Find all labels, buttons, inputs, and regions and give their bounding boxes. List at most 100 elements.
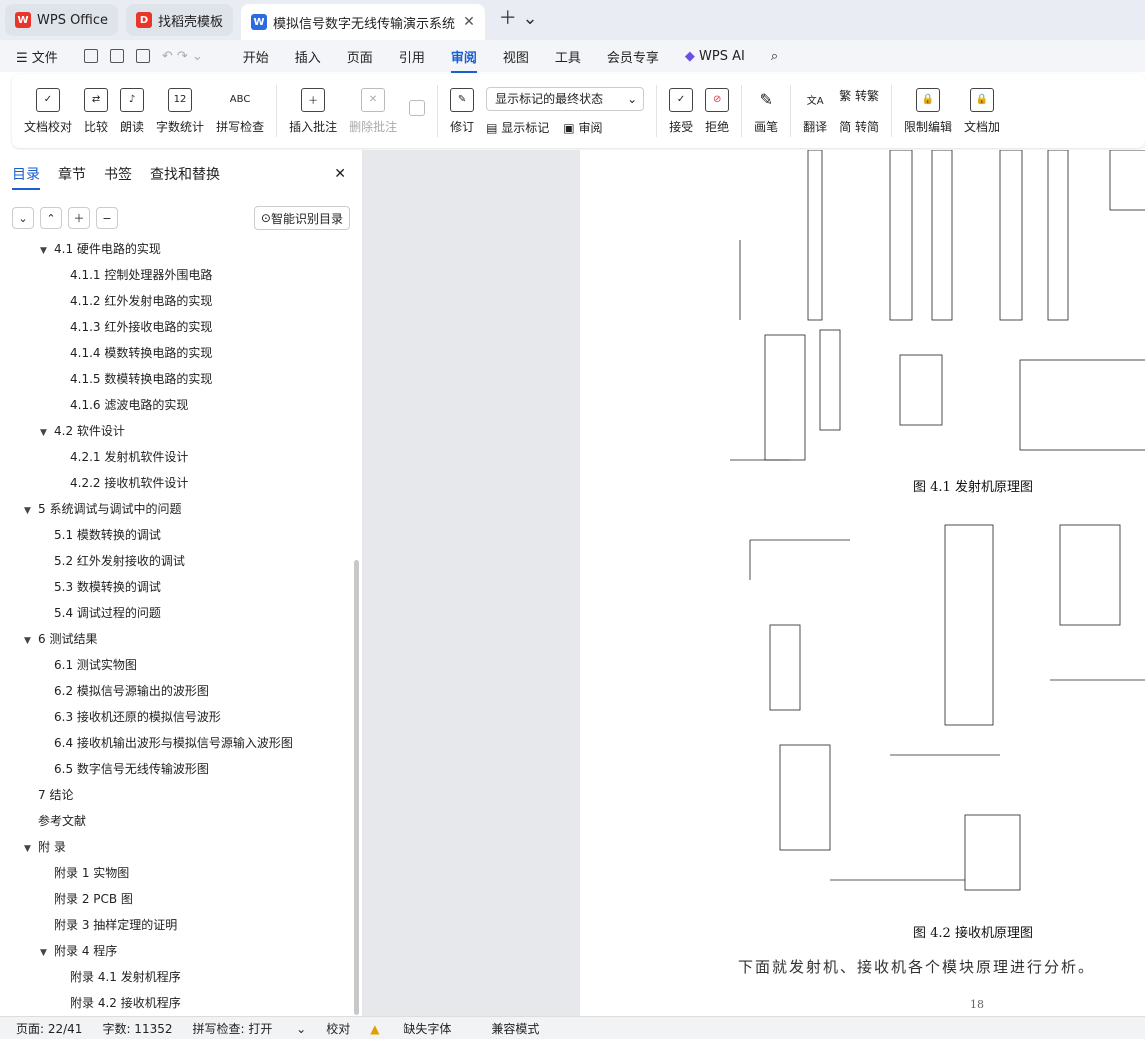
toc-item[interactable]: ▼ 5 系统调试与调试中的问题	[24, 500, 181, 517]
new-tab-icon[interactable]: ＋ ⌄	[499, 4, 538, 30]
reject-button[interactable]: ⊘ 拒绝	[705, 87, 729, 135]
tab-toc[interactable]: 目录	[12, 164, 40, 190]
accept-button[interactable]: ✓ 接受	[669, 87, 693, 135]
markup-mode-select[interactable]: 显示标记的最终状态 ⌄	[486, 86, 645, 111]
toc-item[interactable]: 5.2 红外发射接收的调试	[40, 552, 185, 569]
doc-encrypt-button[interactable]: 🔒 文档加	[964, 87, 1000, 135]
toc-item[interactable]: 4.2.2 接收机软件设计	[56, 474, 188, 491]
menu-view[interactable]: 视图	[503, 47, 529, 66]
toc-item[interactable]: 4.1.4 模数转换电路的实现	[56, 344, 212, 361]
toc-item[interactable]: 4.1.6 滤波电路的实现	[56, 396, 188, 413]
toc-item[interactable]: 附录 3 抽样定理的证明	[40, 916, 177, 933]
menu-reference[interactable]: 引用	[399, 47, 425, 66]
proofread-status[interactable]: 校对	[326, 1020, 350, 1037]
scrollbar[interactable]	[354, 560, 359, 1015]
minus-icon[interactable]: −	[96, 207, 118, 229]
toc-item-label: 附 录	[38, 840, 66, 854]
toc-item[interactable]: ▼ 附录 4 程序	[40, 942, 117, 959]
pen-button[interactable]: ✎ 画笔	[754, 88, 778, 135]
comment-nav-button[interactable]	[409, 100, 426, 122]
doc-check-button[interactable]: ✓ 文档校对	[24, 87, 72, 135]
tab-document[interactable]: W 模拟信号数字无线传输演示系统 ✕	[241, 4, 485, 40]
search-icon[interactable]: ⌕	[771, 49, 778, 64]
insert-comment-button[interactable]: ＋ 插入批注	[289, 87, 337, 135]
menu-start[interactable]: 开始	[243, 47, 269, 66]
body-paragraph: 下面就发射机、接收机各个模块原理进行分析。	[738, 958, 1096, 976]
toc-item[interactable]: 4.1.1 控制处理器外围电路	[56, 266, 212, 283]
toc-item[interactable]: 5.3 数模转换的调试	[40, 578, 161, 595]
toc-item[interactable]: 附录 1 实物图	[40, 864, 129, 881]
status-bar: 页面: 22/41 字数: 11352 拼写检查: 打开 ⌄ 校对 ▲ 缺失字体…	[0, 1016, 1145, 1039]
toc-item[interactable]: 附录 2 PCB 图	[40, 890, 133, 907]
close-icon[interactable]: ✕	[463, 14, 475, 30]
expand-arrow-icon[interactable]: ▼	[40, 246, 54, 256]
save-icon[interactable]	[83, 49, 98, 63]
toc-item[interactable]: 4.1.3 红外接收电路的实现	[56, 318, 212, 335]
undo-redo-icon[interactable]: ↶ ↷ ⌄	[162, 49, 203, 64]
close-icon[interactable]: ✕	[334, 166, 346, 182]
toc-item[interactable]: 4.1.5 数模转换电路的实现	[56, 370, 212, 387]
toc-item[interactable]: 5.4 调试过程的问题	[40, 604, 161, 621]
toc-item-label: 参考文献	[38, 814, 87, 828]
compare-button[interactable]: ⇄ 比较	[84, 87, 108, 135]
toc-item[interactable]: 6.5 数字信号无线传输波形图	[40, 760, 209, 777]
to-simplified-button[interactable]: 简 转简	[839, 118, 879, 135]
menu-page[interactable]: 页面	[347, 47, 373, 66]
spell-check-button[interactable]: ABC 拼写检查	[216, 88, 264, 135]
toc-item[interactable]: 5.1 模数转换的调试	[40, 526, 161, 543]
markup-group: 显示标记的最终状态 ⌄ ▤ 显示标记 ▣ 审阅	[486, 86, 645, 136]
wps-ai-button[interactable]: ◆ WPS AI	[685, 49, 745, 64]
expand-arrow-icon[interactable]: ▼	[40, 948, 54, 958]
toc-item[interactable]: 6.3 接收机还原的模拟信号波形	[40, 708, 221, 725]
word-count[interactable]: 字数: 11352	[102, 1020, 172, 1037]
toc-item[interactable]: 4.2.1 发射机软件设计	[56, 448, 188, 465]
read-button[interactable]: ♪ 朗读	[120, 87, 144, 135]
toc-item[interactable]: 附录 4.2 接收机程序	[56, 994, 181, 1011]
toc-item[interactable]: 参考文献	[24, 812, 86, 829]
translate-button[interactable]: 文A 翻译	[803, 88, 827, 135]
expand-arrow-icon[interactable]: ▼	[24, 844, 38, 854]
tab-bookmark[interactable]: 书签	[104, 164, 132, 184]
expand-arrow-icon[interactable]: ▼	[24, 506, 38, 516]
spell-check-status[interactable]: 拼写检查: 打开 ⌄	[193, 1020, 307, 1037]
menu-member[interactable]: 会员专享	[607, 47, 659, 66]
tab-wps-office[interactable]: W WPS Office	[5, 4, 119, 36]
file-menu[interactable]: ☰ 文件	[16, 47, 58, 66]
chevron-up-icon[interactable]: ⌃	[40, 207, 62, 229]
chevron-down-icon[interactable]: ⌄	[12, 207, 34, 229]
toc-item-label: 6 测试结果	[38, 632, 98, 646]
toc-item[interactable]: ▼ 4.1 硬件电路的实现	[40, 240, 161, 257]
menu-review[interactable]: 审阅	[450, 47, 477, 73]
expand-arrow-icon[interactable]: ▼	[24, 636, 38, 646]
toc-item[interactable]: 6.4 接收机输出波形与模拟信号源输入波形图	[40, 734, 293, 751]
print-icon[interactable]	[109, 49, 124, 63]
show-marks-button[interactable]: ▤ 显示标记	[486, 119, 549, 136]
toc-item[interactable]: ▼ 4.2 软件设计	[40, 422, 125, 439]
toc-item[interactable]: ▼ 6 测试结果	[24, 630, 97, 647]
toc-item[interactable]: 4.1.2 红外发射电路的实现	[56, 292, 212, 309]
word-doc-icon: W	[251, 14, 268, 30]
restrict-edit-button[interactable]: 🔒 限制编辑	[904, 87, 952, 135]
doc-check-icon: ✓	[36, 87, 60, 112]
expand-arrow-icon[interactable]: ▼	[40, 428, 54, 438]
toc-item[interactable]: 附录 4.1 发射机程序	[56, 968, 181, 985]
tab-chapter[interactable]: 章节	[58, 164, 86, 184]
preview-icon[interactable]	[135, 49, 150, 63]
menu-insert[interactable]: 插入	[295, 47, 321, 66]
word-count-button[interactable]: 12 字数统计	[156, 87, 204, 135]
toc-item[interactable]: 6.2 模拟信号源输出的波形图	[40, 682, 209, 699]
to-traditional-button[interactable]: 繁 转繁	[839, 87, 879, 104]
menu-tools[interactable]: 工具	[555, 47, 581, 66]
page-indicator[interactable]: 页面: 22/41	[16, 1020, 82, 1037]
missing-font-status[interactable]: ▲ 缺失字体	[370, 1020, 471, 1037]
toc-item[interactable]: 7 结论	[24, 786, 73, 803]
toc-item[interactable]: ▼ 附 录	[24, 838, 66, 855]
add-icon[interactable]: ＋	[68, 207, 90, 229]
review-pane-button[interactable]: ▣ 审阅	[563, 119, 602, 136]
smart-toc-button[interactable]: ⊙ 智能识别目录	[253, 206, 350, 230]
toc-item[interactable]: 6.1 测试实物图	[40, 656, 137, 673]
delete-comment-button[interactable]: ✕ 删除批注	[349, 87, 397, 135]
tab-find-replace[interactable]: 查找和替换	[150, 164, 220, 184]
tab-template[interactable]: D 找稻壳模板	[126, 4, 234, 36]
revise-button[interactable]: ✎ 修订	[450, 87, 474, 135]
